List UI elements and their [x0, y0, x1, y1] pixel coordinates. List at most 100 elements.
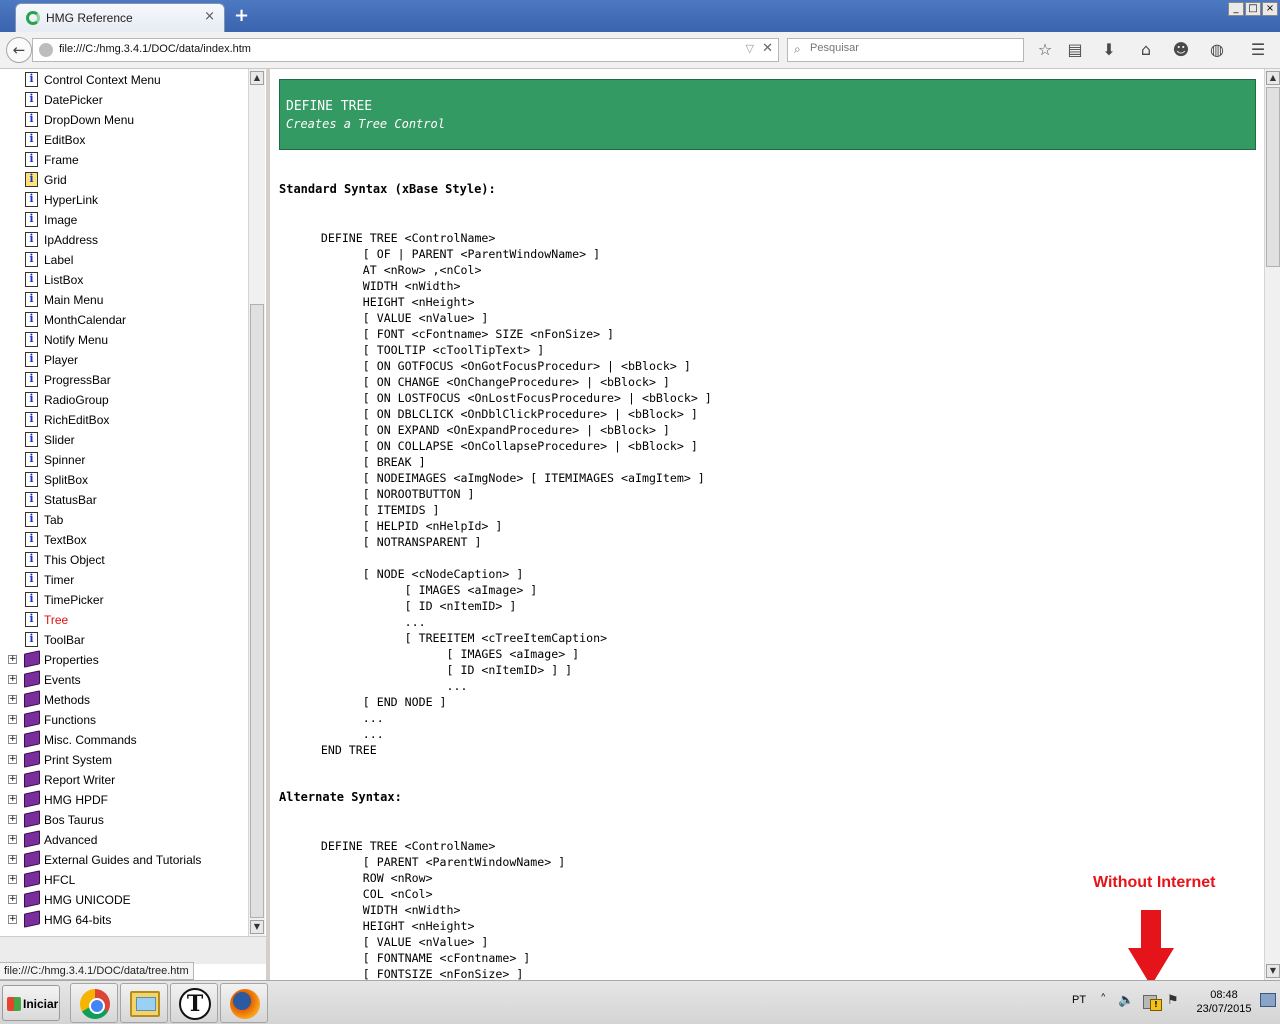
content-scrollbar[interactable]: ▲ ▼ — [1264, 69, 1280, 980]
taskbar-firefox[interactable] — [220, 983, 268, 1023]
sidebar-item[interactable]: + External Guides and Tutorials — [0, 850, 246, 871]
sidebar-item[interactable]: SplitBox — [0, 471, 246, 491]
start-button[interactable]: Iniciar — [2, 985, 60, 1021]
sidebar-item[interactable]: Tree — [0, 611, 246, 631]
sidebar-item[interactable]: + HFCL — [0, 870, 246, 891]
page-icon — [25, 132, 38, 147]
downloads-icon[interactable]: ⬇ — [1098, 40, 1120, 60]
tab-close-button[interactable]: × — [204, 9, 215, 24]
tab-hmg-reference[interactable]: HMG Reference × — [15, 3, 225, 32]
url-history-dropdown-icon[interactable]: ▽ — [746, 42, 754, 55]
bookmark-star-icon[interactable]: ☆ — [1034, 40, 1056, 60]
expand-plus-icon[interactable]: + — [8, 875, 17, 884]
sidebar-item[interactable]: Spinner — [0, 451, 246, 471]
expand-plus-icon[interactable]: + — [8, 855, 17, 864]
sidebar-item[interactable]: MonthCalendar — [0, 311, 246, 331]
sidebar-item[interactable]: TextBox — [0, 531, 246, 551]
expand-plus-icon[interactable]: + — [8, 735, 17, 744]
sidebar-item[interactable]: + HMG UNICODE — [0, 890, 246, 911]
sidebar-item[interactable]: ToolBar — [0, 631, 246, 651]
volume-icon[interactable]: 🔈 — [1118, 993, 1134, 1008]
home-icon[interactable]: ⌂ — [1135, 40, 1157, 60]
sync-globe-icon[interactable]: ◍ — [1206, 40, 1228, 60]
back-button[interactable]: ← — [6, 37, 32, 63]
sidebar-item[interactable]: Notify Menu — [0, 331, 246, 351]
expand-plus-icon[interactable]: + — [8, 915, 17, 924]
expand-plus-icon[interactable]: + — [8, 795, 17, 804]
sidebar-item[interactable]: + Print System — [0, 750, 246, 771]
sidebar-item[interactable]: + Bos Taurus — [0, 810, 246, 831]
hello-chat-icon[interactable]: ☻ — [1170, 40, 1192, 60]
sidebar-item[interactable]: + Report Writer — [0, 770, 246, 791]
system-clock[interactable]: 08:48 23/07/2015 — [1192, 988, 1256, 1016]
menu-icon[interactable]: ☰ — [1247, 40, 1269, 60]
show-hidden-icons-icon[interactable]: ˄ — [1100, 993, 1107, 1008]
sidebar-scroll-thumb[interactable] — [250, 304, 264, 918]
sidebar-item[interactable]: TimePicker — [0, 591, 246, 611]
sidebar-item[interactable]: DropDown Menu — [0, 111, 246, 131]
taskbar-explorer[interactable] — [120, 983, 168, 1023]
new-tab-button[interactable]: + — [234, 5, 249, 26]
expand-plus-icon[interactable]: + — [8, 655, 17, 664]
stop-icon[interactable]: ✕ — [762, 41, 773, 56]
sidebar-item[interactable]: Frame — [0, 151, 246, 171]
content-scroll-thumb[interactable] — [1266, 87, 1280, 267]
close-window-button[interactable]: × — [1262, 2, 1278, 16]
sidebar-item[interactable]: + Methods — [0, 690, 246, 711]
minimize-button[interactable]: _ — [1228, 2, 1244, 16]
scroll-up-arrow-icon[interactable]: ▲ — [1266, 71, 1280, 85]
sidebar-item[interactable]: Grid — [0, 171, 246, 191]
expand-plus-icon[interactable]: + — [8, 675, 17, 684]
sidebar-item[interactable]: Control Context Menu — [0, 71, 246, 91]
sidebar-item[interactable]: Tab — [0, 511, 246, 531]
sidebar-item[interactable]: RadioGroup — [0, 391, 246, 411]
expand-plus-icon[interactable]: + — [8, 895, 17, 904]
bookmarks-list-icon[interactable]: ▤ — [1064, 40, 1086, 60]
sidebar-item[interactable]: StatusBar — [0, 491, 246, 511]
search-box[interactable]: ⌕ — [787, 38, 1024, 62]
sidebar-item[interactable]: HyperLink — [0, 191, 246, 211]
sidebar-scrollbar[interactable]: ▲ ▼ — [248, 69, 265, 936]
sidebar-item[interactable]: This Object — [0, 551, 246, 571]
sidebar-item[interactable]: RichEditBox — [0, 411, 246, 431]
sidebar-item[interactable]: + Properties — [0, 650, 246, 671]
action-center-flag-icon[interactable]: ⚑ — [1167, 993, 1179, 1008]
sidebar-item[interactable]: + Misc. Commands — [0, 730, 246, 751]
sidebar-item[interactable]: + Advanced — [0, 830, 246, 851]
maximize-button[interactable]: □ — [1245, 2, 1261, 16]
expand-plus-icon[interactable]: + — [8, 775, 17, 784]
sidebar-item[interactable]: Label — [0, 251, 246, 271]
scroll-down-arrow-icon[interactable]: ▼ — [1266, 964, 1280, 978]
expand-plus-icon[interactable]: + — [8, 755, 17, 764]
expand-plus-icon[interactable]: + — [8, 815, 17, 824]
network-warning-icon[interactable] — [1143, 995, 1162, 1011]
expand-plus-icon[interactable]: + — [8, 835, 17, 844]
show-desktop-icon[interactable] — [1260, 993, 1276, 1007]
scroll-down-arrow-icon[interactable]: ▼ — [250, 920, 264, 934]
address-bar[interactable]: file:///C:/hmg.3.4.1/DOC/data/index.htm … — [32, 38, 779, 62]
sidebar-item[interactable]: ProgressBar — [0, 371, 246, 391]
sidebar-item[interactable]: + Events — [0, 670, 246, 691]
page-icon — [25, 412, 38, 427]
sidebar-item[interactable]: IpAddress — [0, 231, 246, 251]
sidebar-item[interactable]: + HMG HPDF — [0, 790, 246, 811]
sidebar-item[interactable]: Main Menu — [0, 291, 246, 311]
sidebar-item[interactable]: Slider — [0, 431, 246, 451]
sidebar-item[interactable]: Player — [0, 351, 246, 371]
taskbar-chrome[interactable] — [70, 983, 118, 1023]
scroll-up-arrow-icon[interactable]: ▲ — [250, 71, 264, 85]
sidebar-item[interactable]: + HMG 64-bits — [0, 910, 246, 931]
language-indicator[interactable]: PT — [1072, 994, 1086, 1006]
expand-plus-icon[interactable]: + — [8, 715, 17, 724]
sidebar-item[interactable]: Timer — [0, 571, 246, 591]
page-icon — [25, 572, 38, 587]
sidebar-item[interactable]: ListBox — [0, 271, 246, 291]
sidebar-item[interactable]: DatePicker — [0, 91, 246, 111]
search-input[interactable] — [810, 42, 1010, 54]
expand-plus-icon[interactable]: + — [8, 695, 17, 704]
sidebar-item[interactable]: EditBox — [0, 131, 246, 151]
sidebar-item-label: Player — [44, 353, 79, 367]
taskbar-t-app[interactable]: T — [170, 983, 218, 1023]
sidebar-item[interactable]: Image — [0, 211, 246, 231]
sidebar-item[interactable]: + Functions — [0, 710, 246, 731]
